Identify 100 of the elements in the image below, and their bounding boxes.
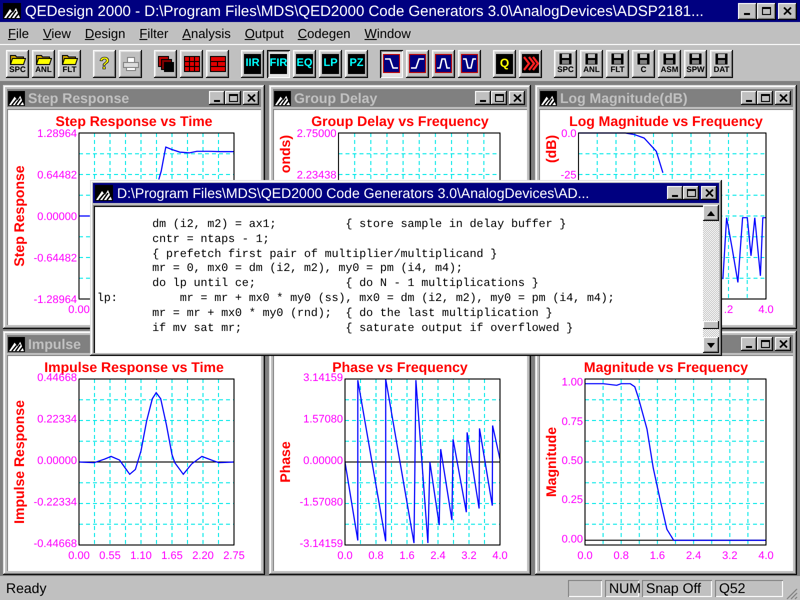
- close-button[interactable]: [509, 91, 525, 105]
- axis-title: Impulse Response: [11, 400, 27, 524]
- menu-item[interactable]: View: [36, 26, 78, 40]
- minimize-button[interactable]: [475, 91, 491, 105]
- toolbar-button[interactable]: [180, 50, 203, 78]
- filter-response-button[interactable]: [406, 50, 429, 78]
- open-file-button[interactable]: FLT: [58, 50, 81, 78]
- minimize-button[interactable]: [738, 2, 757, 20]
- filter-response-button[interactable]: [458, 50, 481, 78]
- window-title: QEDesign 2000 - D:\Program Files\MDS\QED2000 Code Generators 3.0\AnalogDevices\ADSP2181...: [25, 2, 705, 20]
- maximize-button[interactable]: [757, 2, 776, 20]
- window-title: Log Magnitude(dB): [560, 90, 688, 106]
- tick-label: 1.28964: [37, 128, 77, 140]
- curve-drawing: [722, 217, 766, 283]
- tick-label: 3.14159: [303, 372, 343, 384]
- close-button[interactable]: [775, 91, 791, 105]
- minimize-button[interactable]: [741, 337, 757, 351]
- scroll-up-button[interactable]: [703, 205, 719, 221]
- toolbar-button[interactable]: [206, 50, 229, 78]
- status-panel: Q52: [715, 580, 783, 596]
- tick-label: 0.00: [562, 533, 583, 546]
- close-button[interactable]: [775, 337, 791, 351]
- toolbar-button[interactable]: [154, 50, 177, 78]
- close-button[interactable]: [243, 91, 259, 105]
- mode-button[interactable]: LP: [319, 50, 342, 78]
- window-title: D:\Program Files\MDS\QED2000 Code Generators 3.0\AnalogDevices\AD...: [117, 185, 590, 201]
- close-icon: [778, 94, 788, 102]
- axis-title: Step Response: [11, 165, 27, 267]
- filter-response-button[interactable]: [432, 50, 455, 78]
- menu-item[interactable]: File: [1, 26, 36, 40]
- minimize-button[interactable]: [741, 91, 757, 105]
- minimize-button[interactable]: [667, 186, 683, 200]
- save-file-button[interactable]: DAT: [710, 50, 733, 78]
- save-file-button[interactable]: SPW: [684, 50, 707, 78]
- axis-title: Magnitude: [543, 427, 559, 497]
- tick-label: 2.4: [430, 550, 446, 562]
- menu-item[interactable]: Window: [358, 26, 418, 40]
- tick-label: -0.22334: [34, 496, 77, 508]
- folder-icon: [10, 54, 26, 64]
- tick-label: -0.44668: [34, 538, 77, 550]
- app-logo-icon: [8, 336, 25, 352]
- tick-label: 0.22334: [37, 414, 77, 426]
- close-icon: [778, 340, 788, 348]
- maximize-icon: [762, 7, 771, 15]
- chart-title: Log Magnitude vs Frequency: [569, 113, 763, 129]
- maximize-button[interactable]: [225, 91, 241, 105]
- code-line: dm (i2, m2) = ax1; { store sample in delay buffer }: [151, 218, 568, 233]
- open-file-button[interactable]: SPC: [6, 50, 29, 78]
- menu-item[interactable]: Output: [238, 26, 291, 40]
- close-button[interactable]: [701, 186, 717, 200]
- open-file-button[interactable]: ANL: [32, 50, 55, 78]
- window-title: Impulse: [28, 336, 81, 352]
- tick-label: 0.64482: [37, 170, 77, 182]
- close-icon: [246, 94, 256, 102]
- tick-label: 2.75000: [296, 128, 336, 140]
- save-file-button[interactable]: ASM: [658, 50, 681, 78]
- menu-item[interactable]: Analysis: [175, 26, 238, 40]
- scrollbar-thumb[interactable]: [703, 321, 719, 329]
- mode-button[interactable]: EQ: [293, 50, 316, 78]
- scroll-down-button[interactable]: [703, 337, 719, 353]
- maximize-button[interactable]: [757, 91, 773, 105]
- tick-label: 0.50: [562, 455, 583, 467]
- code-line: do lp until ce; { do N - 1 multiplications }: [151, 277, 540, 292]
- tick-label: 0.0: [577, 550, 593, 562]
- maximize-button[interactable]: [491, 91, 507, 105]
- code-line: mr = 0, mx0 = dm (i2, m2), my0 = pm (i4, m4);: [151, 262, 464, 278]
- toolbar-button[interactable]: [519, 50, 542, 78]
- filter-curve-icon: [383, 54, 400, 73]
- code-line: if mv sat mr; { saturate output if overflowed }: [151, 322, 574, 336]
- scrollbar[interactable]: [703, 205, 719, 353]
- chart-title: Magnitude vs Frequency: [584, 359, 748, 375]
- maximize-button[interactable]: [683, 186, 699, 200]
- tick-label: 0.00: [68, 550, 90, 562]
- toolbar-button[interactable]: Q: [493, 50, 516, 78]
- mode-button[interactable]: PZ: [345, 50, 368, 78]
- maximize-icon: [494, 94, 504, 102]
- maximize-button[interactable]: [757, 337, 773, 351]
- mode-button[interactable]: FIR: [267, 50, 290, 78]
- filter-response-button[interactable]: [380, 50, 403, 78]
- close-button[interactable]: [778, 2, 797, 20]
- mode-button[interactable]: IIR: [241, 50, 264, 78]
- minimize-button[interactable]: [209, 91, 225, 105]
- tick-label: 0.0: [561, 128, 576, 140]
- tick-label: 4.0: [758, 304, 774, 316]
- menu-item[interactable]: Codegen: [290, 26, 358, 40]
- save-file-button[interactable]: ANL: [580, 50, 603, 78]
- maximize-icon: [760, 340, 770, 348]
- save-file-button[interactable]: C: [632, 50, 655, 78]
- save-file-button[interactable]: FLT: [606, 50, 629, 78]
- menu-item[interactable]: Design: [78, 26, 132, 40]
- app-logo-icon: [95, 185, 113, 201]
- status-text: Ready: [6, 580, 46, 596]
- code-editor[interactable]: [93, 205, 719, 353]
- status-panel: [568, 580, 602, 596]
- menu-item[interactable]: Filter: [132, 26, 176, 40]
- save-file-button[interactable]: SPC: [554, 50, 577, 78]
- filter-curve-icon: [409, 54, 426, 73]
- code-line: cntr = ntaps - 1;: [151, 232, 271, 248]
- tick-label: 0.75: [562, 416, 583, 428]
- chart-title: Group Delay vs Frequency: [311, 113, 489, 129]
